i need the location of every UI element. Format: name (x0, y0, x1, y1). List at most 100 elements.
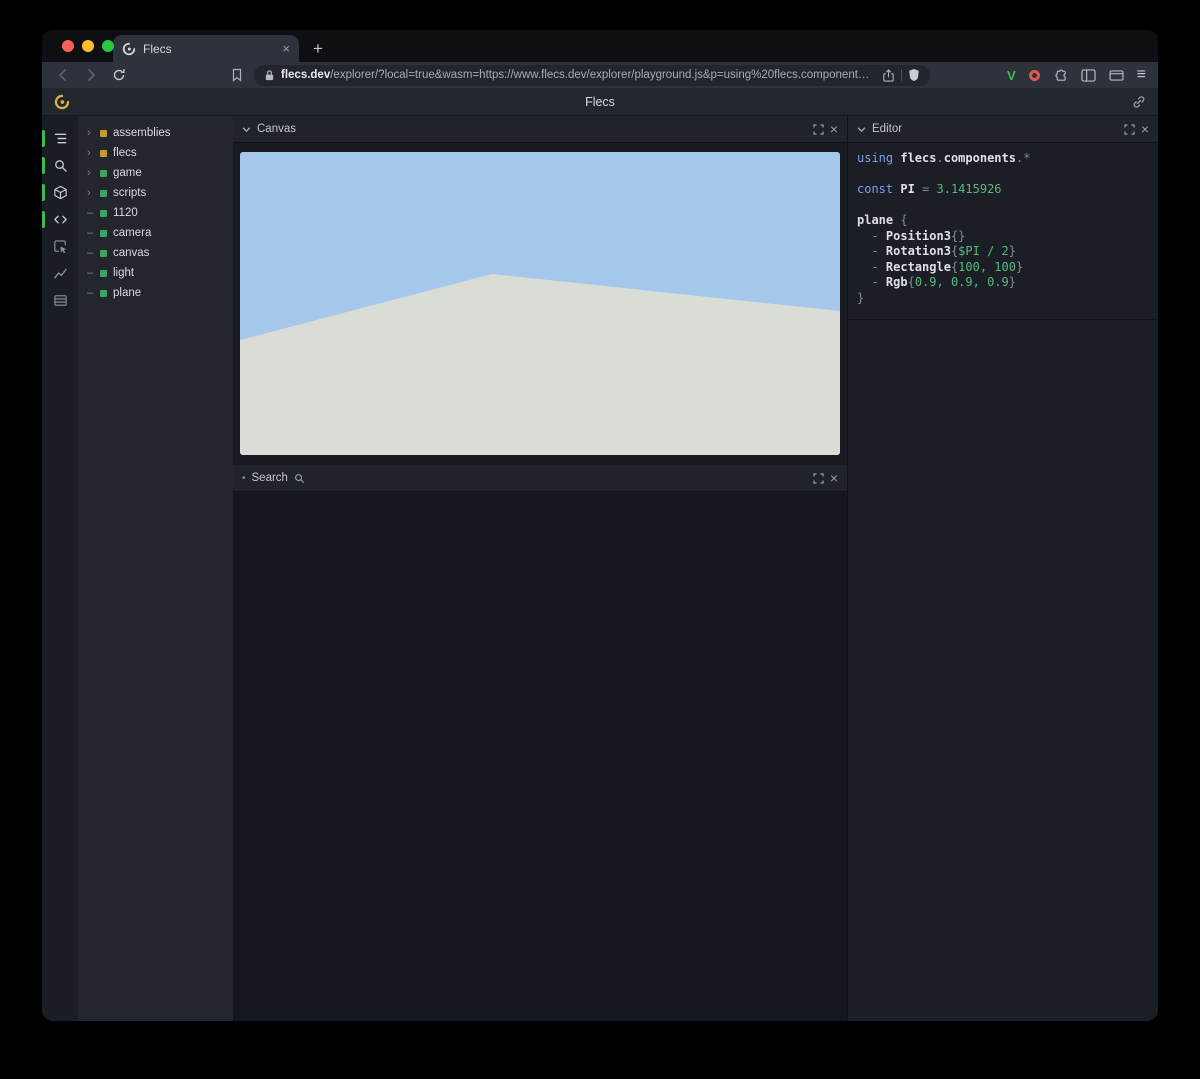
menu-icon[interactable]: ≡ (1137, 67, 1146, 83)
tree-expander-icon[interactable]: › (87, 127, 98, 139)
tree-expander-icon[interactable]: – (87, 227, 98, 239)
forward-icon[interactable] (80, 68, 102, 82)
tree-expander-icon[interactable]: › (87, 147, 98, 159)
entity-kind-square-icon (100, 170, 107, 177)
cube-icon[interactable] (42, 179, 78, 206)
tree-item-assemblies[interactable]: ›assemblies (78, 123, 233, 143)
zoom-window-button[interactable] (102, 40, 114, 52)
entity-kind-square-icon (100, 230, 107, 237)
entity-kind-square-icon (100, 150, 107, 157)
editor-panel-title: Editor (872, 123, 902, 135)
code-line: - Rotation3{$PI / 2} (857, 244, 1158, 260)
close-icon[interactable]: × (830, 471, 838, 485)
entity-kind-square-icon (100, 250, 107, 257)
editor-panel: Editor × using flecs.components.* const … (847, 116, 1158, 1021)
search-panel-header: • Search × (233, 465, 847, 492)
tree-item-plane[interactable]: – plane (78, 283, 233, 303)
url-text: flecs.dev/explorer/?local=true&wasm=http… (281, 69, 876, 81)
tree-item-light[interactable]: – light (78, 263, 233, 283)
tree-item-1120[interactable]: – 1120 (78, 203, 233, 223)
toolbar-right-icons: V ≡ (1007, 67, 1148, 83)
rows-icon[interactable] (42, 287, 78, 314)
reload-icon[interactable] (108, 68, 130, 82)
code-icon[interactable] (42, 206, 78, 233)
back-icon[interactable] (52, 68, 74, 82)
expand-icon[interactable] (813, 473, 824, 484)
code-line: - Position3{} (857, 229, 1158, 245)
tree-item-canvas[interactable]: – canvas (78, 243, 233, 263)
expand-icon[interactable] (1124, 124, 1135, 135)
code-line: plane { (857, 213, 1158, 229)
share-icon[interactable] (882, 68, 895, 83)
tab-close-icon[interactable]: × (282, 42, 290, 55)
entity-tree: ›assemblies›flecs›game›scripts–1120–came… (78, 116, 233, 1021)
tree-item-flecs[interactable]: ›flecs (78, 143, 233, 163)
code-line (857, 167, 1158, 183)
bookmark-icon[interactable] (226, 68, 248, 82)
record-icon[interactable] (1029, 70, 1040, 81)
tree-expander-icon[interactable]: – (87, 247, 98, 259)
flecs-logo-icon (54, 94, 70, 110)
flecs-favicon-icon (122, 42, 136, 56)
new-tab-button[interactable]: + (305, 35, 331, 62)
chevron-down-icon[interactable] (242, 125, 251, 134)
link-icon[interactable] (1132, 95, 1146, 109)
chevron-down-icon[interactable] (857, 125, 866, 134)
tree-item-label: plane (113, 287, 141, 299)
code-area[interactable]: using flecs.components.* const PI = 3.14… (848, 143, 1158, 320)
hierarchy-icon[interactable] (42, 125, 78, 152)
app-content: ›assemblies›flecs›game›scripts–1120–came… (42, 116, 1158, 1021)
close-icon[interactable]: × (830, 122, 838, 136)
tree-expander-icon[interactable]: › (87, 167, 98, 179)
collapsed-bullet-icon[interactable]: • (242, 473, 246, 484)
tree-expander-icon[interactable]: – (87, 207, 98, 219)
chart-icon[interactable] (42, 260, 78, 287)
inspect-icon[interactable] (42, 233, 78, 260)
sidebar-toggle-icon[interactable] (1081, 69, 1096, 82)
tree-item-game[interactable]: ›game (78, 163, 233, 183)
code-line: } (857, 291, 1158, 307)
tree-expander-icon[interactable]: › (87, 187, 98, 199)
tree-item-label: 1120 (113, 207, 138, 219)
canvas-panel-header: Canvas × (233, 116, 847, 143)
browser-window: Flecs × + flecs.dev/explorer/?local=true… (42, 30, 1158, 1021)
code-line: - Rectangle{100, 100} (857, 260, 1158, 276)
code-line: const PI = 3.1415926 (857, 182, 1158, 198)
url-bar[interactable]: flecs.dev/explorer/?local=true&wasm=http… (254, 65, 930, 86)
tree-item-scripts[interactable]: › scripts (78, 183, 233, 203)
url-path: /explorer/?local=true&wasm=https://www.f… (330, 69, 869, 81)
tree-item-label: scripts (113, 187, 146, 199)
tree-item-label: canvas (113, 247, 149, 259)
close-window-button[interactable] (62, 40, 74, 52)
entity-kind-square-icon (100, 190, 107, 197)
tree-expander-icon[interactable]: – (87, 267, 98, 279)
icon-rail (42, 116, 78, 1021)
code-line: - Rgb{0.9, 0.9, 0.9} (857, 275, 1158, 291)
code-line (857, 198, 1158, 214)
shield-icon[interactable] (908, 68, 920, 82)
tree-expander-icon[interactable]: – (87, 287, 98, 299)
entity-kind-square-icon (100, 270, 107, 277)
tree-item-label: light (113, 267, 134, 279)
canvas-3d-viewport[interactable] (240, 152, 840, 455)
v-extension-icon[interactable]: V (1007, 68, 1016, 83)
puzzle-icon[interactable] (1053, 68, 1068, 83)
wallet-icon[interactable] (1109, 70, 1124, 81)
browser-tab[interactable]: Flecs × (113, 35, 299, 62)
tree-item-label: camera (113, 227, 151, 239)
canvas-panel-title: Canvas (257, 123, 296, 135)
url-divider (901, 69, 902, 81)
tab-title: Flecs (143, 42, 275, 56)
main-column: Canvas × • Search (233, 116, 847, 1021)
minimize-window-button[interactable] (82, 40, 94, 52)
expand-icon[interactable] (813, 124, 824, 135)
tab-strip: Flecs × + (42, 30, 1158, 62)
search-icon (294, 473, 305, 484)
main-empty-area (233, 492, 847, 1021)
code-line: using flecs.components.* (857, 151, 1158, 167)
search-icon[interactable] (42, 152, 78, 179)
tree-item-camera[interactable]: – camera (78, 223, 233, 243)
traffic-lights (62, 40, 114, 52)
entity-kind-square-icon (100, 290, 107, 297)
close-icon[interactable]: × (1141, 122, 1149, 136)
